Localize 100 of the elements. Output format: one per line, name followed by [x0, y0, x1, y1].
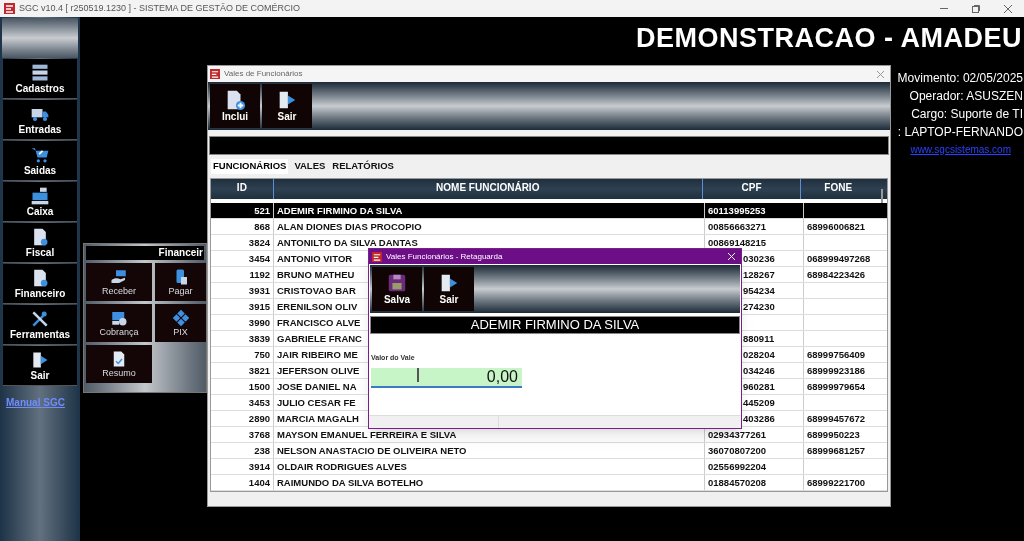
- table-cell: 68999923186: [807, 365, 866, 376]
- panel-title: Financeir: [86, 246, 204, 260]
- table-cell: 68999681257: [807, 445, 866, 456]
- toolbar-button[interactable]: Sair: [262, 84, 312, 128]
- table-cell: 030236: [743, 253, 775, 264]
- table-cell: 00856663271: [708, 221, 767, 232]
- employee-name: ADEMIR FIRMINO DA SILVA: [370, 316, 740, 334]
- table-cell-text: 3990: [247, 316, 271, 330]
- finance-button[interactable]: Receber: [86, 263, 152, 301]
- table-cell: 60113995253: [708, 205, 766, 216]
- sidebar-item[interactable]: Fiscal: [3, 223, 77, 263]
- column-header: CPF: [701, 179, 801, 199]
- table-cell: RAIMUNDO DA SILVA BOTELHO: [273, 475, 704, 490]
- table-row[interactable]: 1404 RAIMUNDO DA SILVA BOTELHO 01884570208 68999221700: [211, 475, 887, 491]
- table-cell: 068999497268: [807, 253, 871, 264]
- window-title: SGC v10.4 [ r250519.1230 ] - SISTEMA DE GESTÃO DE COMÉRCIO: [19, 1, 301, 15]
- table-row[interactable]: 3824 ANTONILTO DA SILVA DANTAS 00869148215: [211, 235, 887, 251]
- close-icon: [727, 253, 735, 260]
- table-cell: 68996006821: [807, 221, 866, 232]
- table-row[interactable]: 521 ADEMIR FIRMINO DA SILVA 60113995253: [211, 203, 887, 219]
- session-info: Operador: ASUSZEN: [909, 88, 1023, 105]
- table-cell: OLDAIR RODRIGUES ALVES: [273, 459, 704, 474]
- table-cell-text: 3821: [247, 364, 271, 378]
- table-cell: ALAN DIONES DIAS PROCOPIO: [273, 219, 704, 234]
- session-info: Movimento: 02/05/2025: [897, 70, 1023, 87]
- table-cell-text: 1192: [248, 268, 271, 282]
- table-row[interactable]: 3768 MAYSON EMANUEL FERREIRA E SILVA 02934377261 6899950223: [211, 427, 887, 443]
- dialog-title: Vales Funcionários - Retaguarda: [386, 250, 503, 263]
- tab[interactable]: FUNCIONÁRIOS: [211, 158, 289, 174]
- finance-button[interactable]: Resumo: [86, 345, 152, 383]
- table-cell: 954234: [743, 285, 775, 296]
- table-cell: 6899950223: [807, 429, 860, 440]
- table-cell-text: 521: [253, 204, 271, 218]
- table-cell: 68999756409: [807, 349, 866, 360]
- value-field[interactable]: 0,00: [371, 367, 522, 388]
- table-cell: 128267: [743, 269, 775, 280]
- close-icon: [1004, 4, 1012, 13]
- sidebar-item[interactable]: Sair: [3, 346, 77, 386]
- table-cell: 880911: [743, 333, 775, 344]
- table-cell: 01884570208: [708, 477, 767, 488]
- minimize-icon: [940, 8, 948, 9]
- table-cell: 028204: [743, 349, 775, 360]
- hand-card-icon: [110, 267, 128, 286]
- toolbar-button[interactable]: Inclui: [210, 84, 260, 128]
- table-cell-text: 1500: [247, 380, 271, 394]
- stack-icon: [30, 62, 50, 83]
- table-cell: ADEMIR FIRMINO DA SILVA: [273, 203, 704, 218]
- table-row[interactable]: 868 ALAN DIONES DIAS PROCOPIO 00856663271 68996006821: [211, 219, 887, 235]
- table-cell-text: 3839: [247, 332, 271, 346]
- table-cell: 445209: [743, 397, 775, 408]
- table-cell: 68999457672: [807, 413, 866, 424]
- table-cell-text: 1404: [247, 476, 271, 490]
- cash-register-icon: [30, 185, 50, 206]
- sidebar-item[interactable]: Cadastros: [3, 59, 77, 99]
- table-cell: 00869148215: [708, 237, 767, 248]
- toolbar-button[interactable]: Sair: [424, 267, 474, 311]
- finance-button[interactable]: Cobrança: [86, 304, 152, 342]
- table-cell-text: 3454: [247, 252, 271, 266]
- table-cell-text: 3824: [247, 236, 271, 250]
- tab[interactable]: RELATÓRIOS: [331, 158, 395, 174]
- tab[interactable]: VALES: [293, 158, 327, 174]
- finance-button[interactable]: PIX: [155, 304, 206, 342]
- table-cell-text: 2890: [247, 412, 271, 426]
- diamond-icon: [171, 308, 190, 327]
- column-header: FONE: [800, 179, 875, 199]
- table-cell: 274230: [743, 301, 775, 312]
- table-row[interactable]: 3914 OLDAIR RODRIGUES ALVES 02556992204: [211, 459, 887, 475]
- sidebar-item[interactable]: Saidas: [3, 141, 77, 181]
- table-cell: 02934377261: [708, 429, 767, 440]
- finance-button[interactable]: Pagar: [155, 263, 206, 301]
- table-cell: 36070807200: [708, 445, 767, 456]
- window-title: Vales de Funcionários: [224, 68, 303, 80]
- sidebar-item[interactable]: Ferramentas: [3, 305, 77, 345]
- table-cell: 68999221700: [807, 477, 866, 488]
- table-cell-text: 3914: [247, 460, 271, 474]
- table-cell: 68984223426: [807, 269, 866, 280]
- close-icon: [876, 70, 884, 78]
- close-button[interactable]: [726, 251, 736, 262]
- sidebar-item[interactable]: Caixa: [3, 182, 77, 222]
- app-logo-icon: [372, 251, 382, 262]
- table-cell-text: 868: [253, 220, 271, 234]
- table-cell-text: 3931: [247, 284, 271, 298]
- sidebar-item[interactable]: Entradas: [3, 100, 77, 140]
- table-cell-text: 3768: [247, 428, 271, 442]
- table-cell-text: 750: [253, 348, 271, 362]
- floppy-icon: [386, 272, 408, 294]
- table-cell-text: 3915: [247, 300, 271, 314]
- table-cell: 034246: [743, 365, 775, 376]
- column-header: NOME FUNCIONÁRIO: [272, 179, 702, 199]
- table-cell-text: 238: [253, 444, 271, 458]
- restore-icon: [972, 4, 980, 13]
- table-cell: NELSON ANASTACIO DE OLIVEIRA NETO: [273, 443, 704, 458]
- company-name: DEMONSTRACAO - AMADEU: [636, 22, 1022, 54]
- table-cell: 02556992204: [708, 461, 767, 472]
- scrollbar-thumb[interactable]: [881, 189, 883, 203]
- session-info: Cargo: Suporte de TI: [911, 106, 1023, 123]
- toolbar-button[interactable]: Salva: [372, 267, 422, 311]
- table-row[interactable]: 238 NELSON ANASTACIO DE OLIVEIRA NETO 36070807200 68999681257: [211, 443, 887, 459]
- table-cell: 403286: [743, 413, 775, 424]
- sidebar-item[interactable]: Financeiro: [3, 264, 77, 304]
